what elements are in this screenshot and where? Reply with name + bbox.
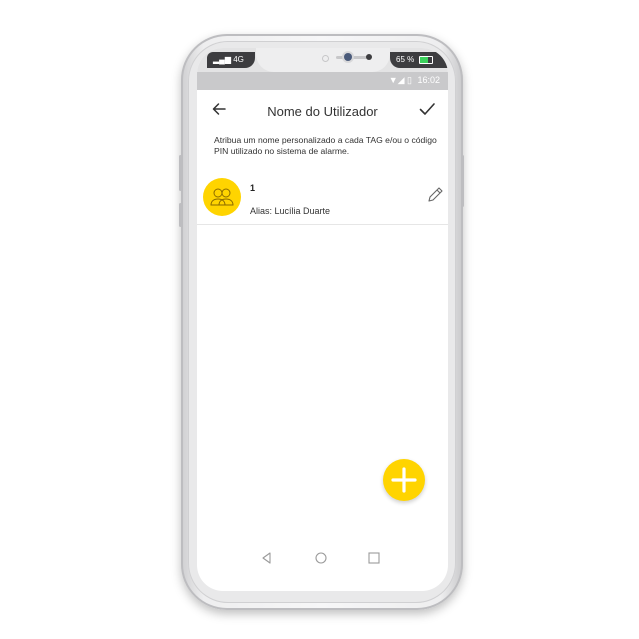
camera-icon (344, 53, 352, 61)
signal-status: ▂▄▆ 4G (207, 52, 255, 68)
proximity-sensor-icon (366, 54, 372, 60)
pencil-icon[interactable] (426, 186, 444, 204)
wifi-signal-icon: ▼◢ ▯ (388, 75, 412, 85)
sensor-icon (322, 55, 329, 62)
battery-percent: 65 % (396, 55, 415, 64)
clock: 16:02 (417, 75, 440, 85)
battery-status: 65 % (390, 52, 448, 68)
square-recent-icon[interactable] (366, 550, 382, 566)
navigation-bar (235, 542, 410, 574)
user-number: 1 (250, 183, 256, 193)
phone-notch (256, 48, 390, 72)
side-button-left (179, 155, 182, 191)
carrier-label: 4G (233, 55, 244, 64)
page-title: Nome do Utilizador (267, 104, 378, 119)
users-icon (210, 188, 234, 206)
app-screen: ▂▄▆ 4G 65 % ▼◢ ▯ 16:02 Nome do Utilizado… (197, 48, 448, 591)
side-button-left-2 (179, 203, 182, 227)
circle-home-icon[interactable] (313, 550, 329, 566)
battery-icon (419, 55, 434, 64)
signal-icon: ▂▄▆ (213, 55, 231, 64)
status-bar: ▂▄▆ 4G 65 % ▼◢ ▯ 16:02 (197, 48, 448, 90)
side-button-right (461, 155, 464, 207)
plus-icon (391, 467, 417, 493)
page-description: Atribua um nome personalizado a cada TAG… (214, 135, 437, 156)
add-user-button[interactable] (383, 459, 425, 501)
list-item[interactable]: 1 Alias: Lucília Duarte (197, 174, 448, 225)
app-bar: Nome do Utilizador (197, 90, 448, 130)
user-alias: Alias: Lucília Duarte (250, 206, 331, 216)
check-icon[interactable] (418, 100, 436, 118)
triangle-back-icon[interactable] (259, 550, 275, 566)
speaker-grille (336, 56, 370, 59)
system-bar: ▼◢ ▯ 16:02 (197, 72, 448, 90)
avatar (203, 178, 241, 216)
